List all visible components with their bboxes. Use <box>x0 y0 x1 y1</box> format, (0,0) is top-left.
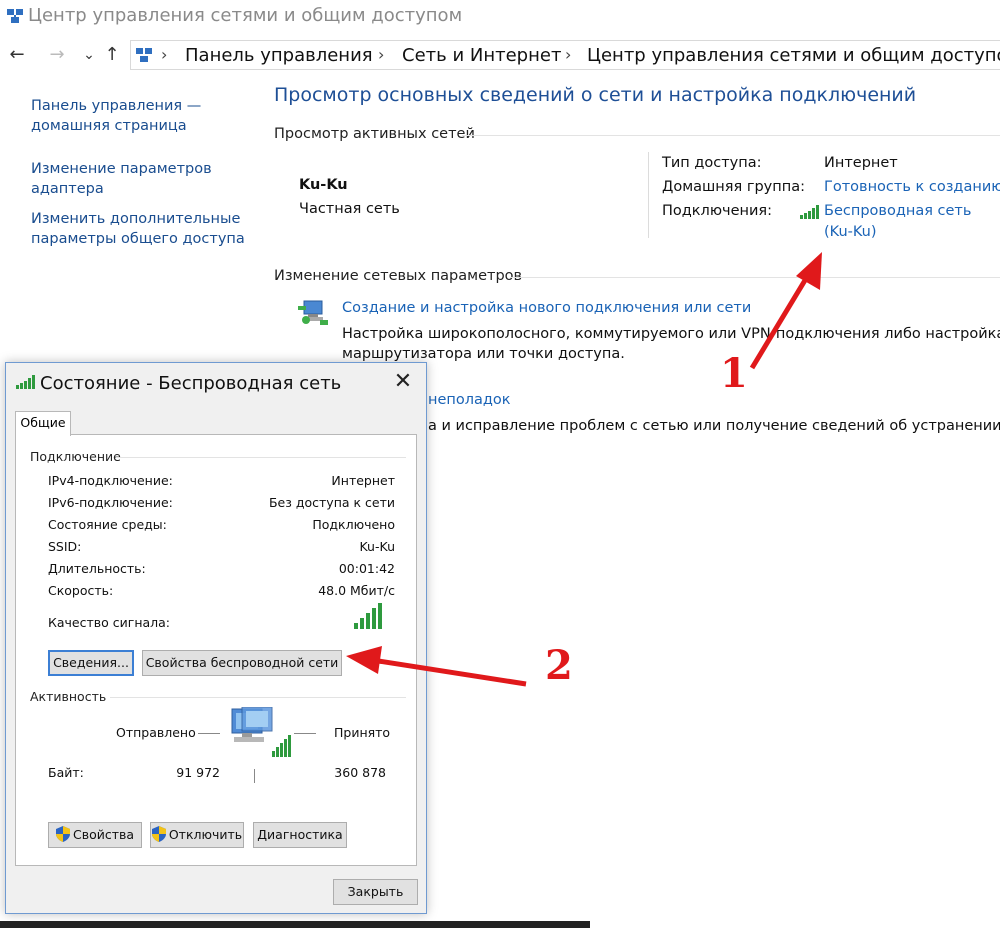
annotation-number-1: 1 <box>720 350 748 397</box>
ipv6-value: Без доступа к сети <box>268 495 395 510</box>
media-state-label: Состояние среды: <box>48 517 167 532</box>
group-divider <box>110 697 406 698</box>
wifi-signal-icon <box>800 205 819 219</box>
ipv4-label: IPv4-подключение: <box>48 473 173 488</box>
received-label: Принято <box>334 725 391 740</box>
homegroup-label: Домашняя группа: <box>662 179 805 195</box>
change-settings-title: Изменение сетевых параметров <box>274 268 523 284</box>
breadcrumb-separator-icon[interactable]: › <box>565 45 571 64</box>
breadcrumb-network-internet[interactable]: Сеть и Интернет <box>402 45 561 66</box>
dialog-title: Состояние - Беспроводная сеть <box>40 373 342 394</box>
homegroup-link[interactable]: Готовность к созданию <box>824 179 1000 195</box>
wifi-signal-icon <box>16 375 35 389</box>
breadcrumb-control-panel[interactable]: Панель управления <box>185 45 373 66</box>
signal-bar <box>378 603 382 629</box>
sent-line <box>198 733 220 734</box>
access-type-label: Тип доступа: <box>662 155 762 171</box>
taskbar-edge <box>0 921 590 928</box>
close-button[interactable]: Закрыть <box>333 879 418 905</box>
sent-label: Отправлено <box>116 725 196 740</box>
section-divider <box>510 277 1000 278</box>
wireless-connection-link[interactable]: Беспроводная сеть <box>824 203 971 219</box>
new-connection-description-2: маршрутизатора или точки доступа. <box>342 346 625 362</box>
signal-bar <box>360 618 364 629</box>
active-networks-title: Просмотр активных сетей <box>274 126 475 142</box>
address-bar[interactable]: › Панель управления › Сеть и Интернет › … <box>130 40 1000 70</box>
disable-button[interactable]: Отключить <box>150 822 244 848</box>
duration-value: 00:01:42 <box>338 561 395 576</box>
bytes-received-value: 360 878 <box>334 765 386 780</box>
connection-group-title: Подключение <box>30 449 121 464</box>
network-center-icon <box>7 9 23 23</box>
section-divider <box>462 135 1000 136</box>
troubleshoot-description: а и исправление проблем с сетью или полу… <box>428 418 1000 434</box>
annotation-arrow-1 <box>749 252 822 370</box>
properties-button-label: Свойства <box>72 827 135 842</box>
new-connection-link[interactable]: Создание и настройка нового подключения … <box>342 300 751 316</box>
access-type-value: Интернет <box>824 155 898 171</box>
vertical-divider <box>648 152 649 238</box>
bytes-label: Байт: <box>48 765 84 780</box>
wireless-connection-ssid-link[interactable]: (Ku-Ku) <box>824 224 877 240</box>
signal-bar <box>366 613 370 629</box>
signal-quality-label: Качество сигнала: <box>48 615 171 630</box>
diagnose-button[interactable]: Диагностика <box>253 822 347 848</box>
network-activity-computer-icon <box>231 707 291 757</box>
new-connection-description: Настройка широкополосного, коммутируемог… <box>342 326 1000 342</box>
troubleshoot-link[interactable]: неполадок <box>428 392 511 408</box>
breadcrumb-network-center[interactable]: Центр управления сетями и общим доступом <box>587 45 1000 66</box>
forward-arrow-icon[interactable]: → <box>46 44 68 66</box>
breadcrumb-separator-icon[interactable]: › <box>378 45 384 64</box>
tab-general[interactable]: Общие <box>15 411 71 436</box>
duration-label: Длительность: <box>48 561 146 576</box>
sidebar-item-advanced-sharing[interactable]: Изменить дополнительные параметры общего… <box>31 209 251 249</box>
general-tab-panel: Подключение IPv4-подключение: Интернет I… <box>15 434 417 866</box>
sidebar-item-adapter-settings[interactable]: Изменение параметров адаптера <box>31 159 251 199</box>
details-button[interactable]: Сведения... <box>48 650 134 676</box>
speed-label: Скорость: <box>48 583 114 598</box>
signal-bar <box>372 608 376 629</box>
wireless-status-dialog: Состояние - Беспроводная сеть ✕ Общие По… <box>5 362 427 914</box>
group-divider <box>116 457 406 458</box>
wireless-properties-button[interactable]: Свойства беспроводной сети <box>142 650 342 676</box>
ipv4-value: Интернет <box>331 473 395 488</box>
crumb-expand-icon[interactable]: › <box>161 45 167 64</box>
network-name: Ku-Ku <box>299 177 348 193</box>
network-type: Частная сеть <box>299 201 400 217</box>
bytes-divider <box>254 769 255 783</box>
activity-group-title: Активность <box>30 689 107 704</box>
connections-label: Подключения: <box>662 203 773 219</box>
annotation-number-2: 2 <box>545 642 573 689</box>
up-arrow-icon[interactable]: ↑ <box>101 44 123 66</box>
sidebar-item-control-panel-home[interactable]: Панель управления — домашняя страница <box>31 96 251 136</box>
control-panel-icon <box>136 48 152 62</box>
ipv6-label: IPv6-подключение: <box>48 495 173 510</box>
recent-locations-chevron-icon[interactable]: ⌄ <box>78 44 100 66</box>
signal-quality-icon <box>354 603 382 629</box>
media-state-value: Подключено <box>312 517 395 532</box>
ssid-value: Ku-Ku <box>359 539 395 554</box>
bytes-sent-value: 91 972 <box>176 765 220 780</box>
ssid-label: SSID: <box>48 539 82 554</box>
page-title: Просмотр основных сведений о сети и наст… <box>274 84 917 106</box>
uac-shield-icon <box>151 826 166 842</box>
properties-button[interactable]: Свойства <box>48 822 142 848</box>
signal-bar <box>354 623 358 629</box>
received-line <box>294 733 316 734</box>
window-title-bar: Центр управления сетями и общим доступом <box>0 0 1000 36</box>
speed-value: 48.0 Мбит/с <box>318 583 395 598</box>
back-arrow-icon[interactable]: ← <box>6 44 28 66</box>
new-connection-icon <box>298 300 328 325</box>
uac-shield-icon <box>55 826 70 842</box>
navigation-bar: ← → ⌄ ↑ › Панель управления › Сеть и Инт… <box>0 38 1000 72</box>
close-icon[interactable]: ✕ <box>392 371 414 393</box>
disable-button-label: Отключить <box>168 827 243 842</box>
window-title: Центр управления сетями и общим доступом <box>28 5 463 26</box>
